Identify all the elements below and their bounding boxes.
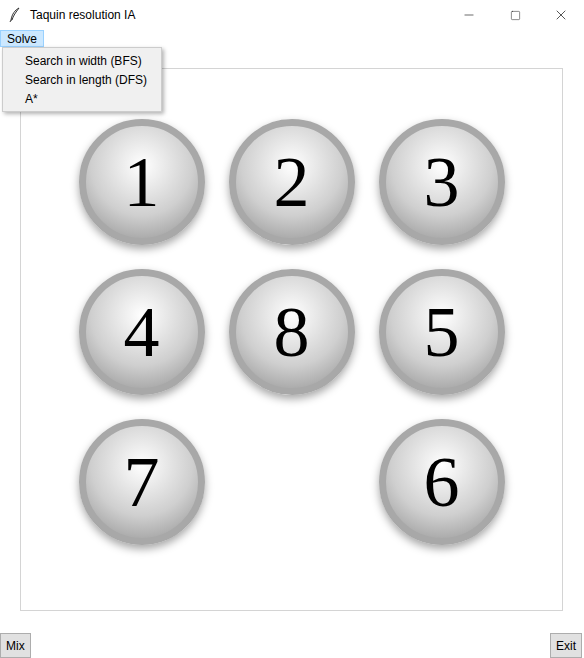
board-cell[interactable]: 5 [367, 257, 517, 407]
tile[interactable]: 3 [379, 119, 505, 245]
tile-number: 4 [124, 296, 160, 368]
board-cell[interactable]: 1 [67, 107, 217, 257]
menu-bar: Solve [0, 30, 584, 47]
exit-button[interactable]: Exit [550, 633, 582, 658]
empty-slot [229, 419, 355, 545]
board: 1 2 3 4 8 5 7 6 [20, 68, 563, 611]
dropdown-item[interactable]: A* [3, 89, 161, 108]
feather-icon [7, 7, 23, 23]
title-bar: Taquin resolution IA [0, 0, 584, 30]
minimize-button[interactable] [446, 0, 492, 30]
tile-number: 8 [274, 296, 310, 368]
board-cell[interactable]: 8 [217, 257, 367, 407]
tile[interactable]: 8 [229, 269, 355, 395]
board-cell[interactable]: 4 [67, 257, 217, 407]
tile-number: 3 [424, 146, 460, 218]
menu-item[interactable]: Solve [0, 30, 44, 47]
tile-number: 6 [424, 446, 460, 518]
minimize-icon [462, 8, 476, 22]
tile[interactable]: 2 [229, 119, 355, 245]
app-window: Taquin resolution IA Solve 1 2 3 4 8 5 7 6 Mix Exit… [0, 0, 584, 658]
button-row: Mix Exit [0, 633, 584, 658]
maximize-icon [510, 10, 521, 21]
tile[interactable]: 1 [79, 119, 205, 245]
tile-number: 7 [124, 446, 160, 518]
main-area: 1 2 3 4 8 5 7 6 [0, 47, 584, 633]
tile-number: 5 [424, 296, 460, 368]
tile[interactable]: 6 [379, 419, 505, 545]
solve-dropdown: Search in width (BFS)Search in length (D… [2, 47, 162, 112]
tile[interactable]: 7 [79, 419, 205, 545]
board-cell[interactable]: 2 [217, 107, 367, 257]
tile[interactable]: 4 [79, 269, 205, 395]
board-cell[interactable]: 6 [367, 407, 517, 557]
board-cell[interactable] [217, 407, 367, 557]
close-icon [553, 7, 569, 23]
mix-button[interactable]: Mix [0, 633, 31, 658]
window-title: Taquin resolution IA [30, 6, 135, 24]
dropdown-item[interactable]: Search in width (BFS) [3, 51, 161, 70]
tile-number: 1 [124, 146, 160, 218]
tile[interactable]: 5 [379, 269, 505, 395]
dropdown-item[interactable]: Search in length (DFS) [3, 70, 161, 89]
close-button[interactable] [538, 0, 584, 30]
maximize-button[interactable] [492, 0, 538, 30]
tile-number: 2 [274, 146, 310, 218]
board-cell[interactable]: 7 [67, 407, 217, 557]
board-cell[interactable]: 3 [367, 107, 517, 257]
